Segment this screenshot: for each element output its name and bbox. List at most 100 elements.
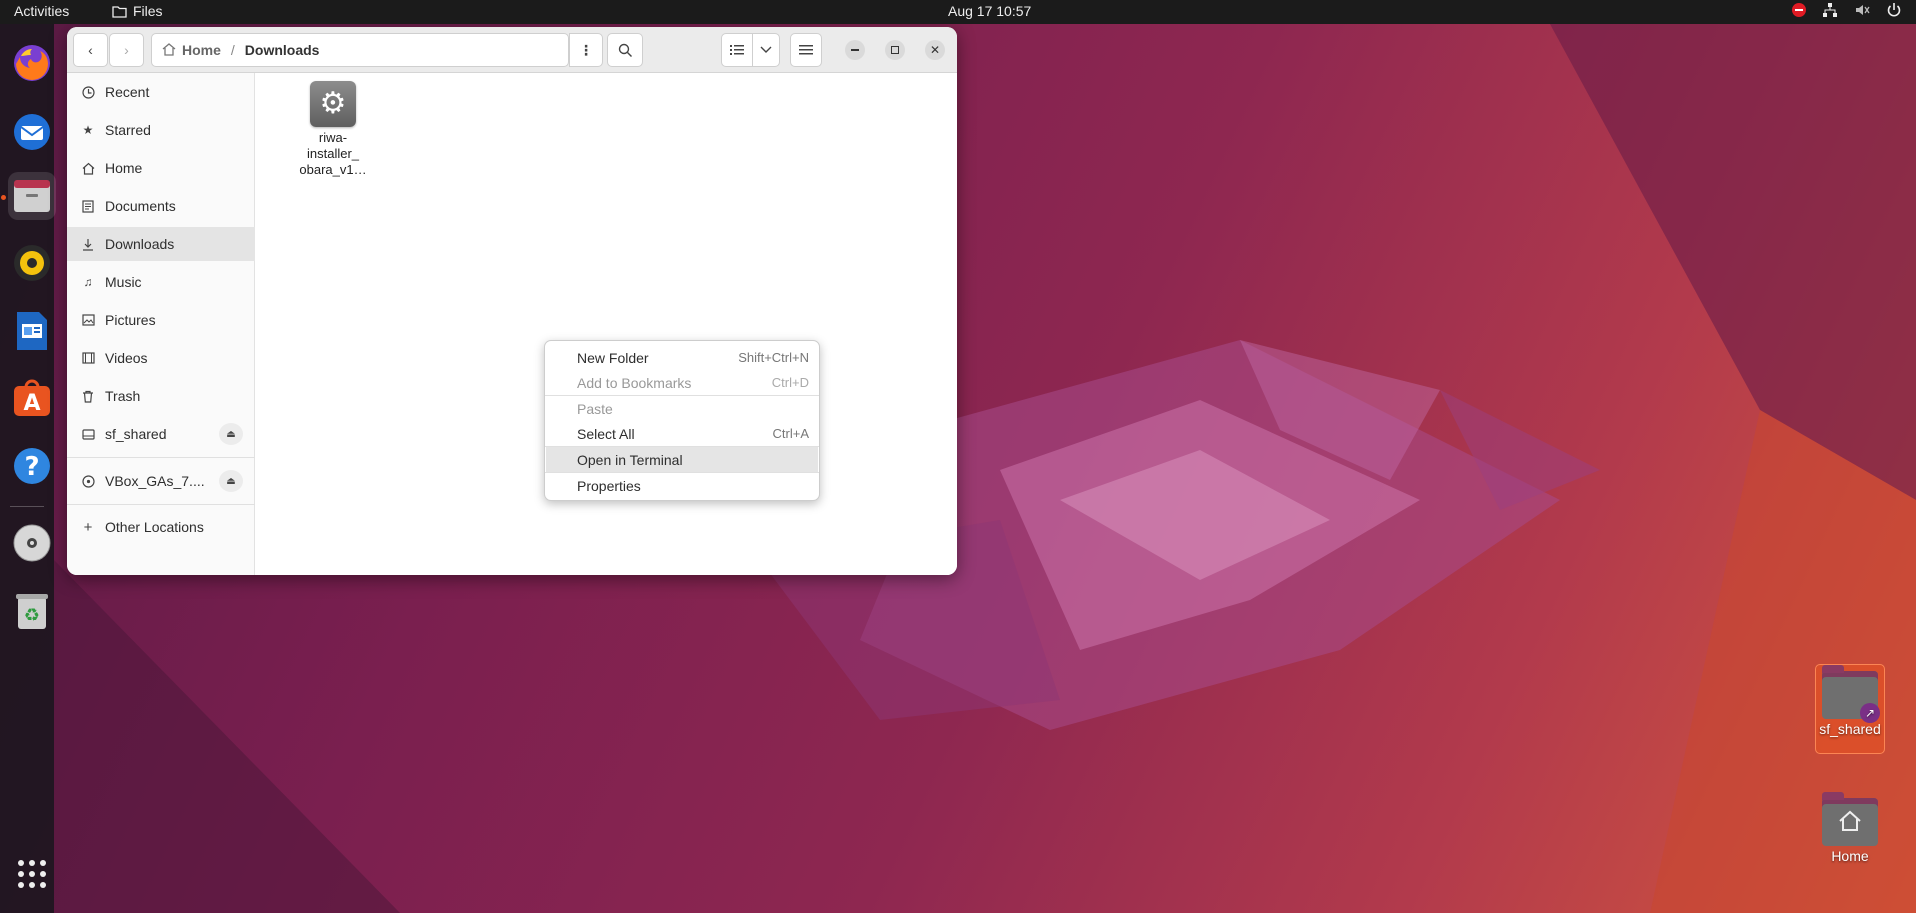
- sidebar-item-other-locations[interactable]: + Other Locations: [67, 510, 255, 544]
- path-menu-button[interactable]: ⋮: [569, 33, 603, 67]
- sidebar-item-label: Recent: [105, 84, 150, 100]
- menu-item-add-to-bookmarks[interactable]: Add to Bookmarks Ctrl+D: [546, 370, 818, 395]
- sidebar-item-sf-shared[interactable]: sf_shared ⏏: [67, 417, 255, 451]
- forward-button[interactable]: ›: [109, 33, 144, 67]
- more-vertical-icon: ⋮: [579, 41, 593, 58]
- sidebar-item-videos[interactable]: Videos: [67, 341, 255, 375]
- back-button[interactable]: ‹: [73, 33, 108, 67]
- activities-button[interactable]: Activities: [14, 3, 69, 19]
- do-not-disturb-icon[interactable]: [1792, 3, 1806, 17]
- download-icon: [81, 237, 95, 251]
- symlink-arrow-icon: ↗: [1860, 703, 1880, 723]
- menu-item-paste[interactable]: Paste: [546, 396, 818, 421]
- plus-icon: +: [83, 518, 93, 536]
- power-icon[interactable]: [1886, 2, 1902, 18]
- sidebar-item-trash[interactable]: Trash: [67, 379, 255, 413]
- minimize-icon: [851, 49, 859, 51]
- close-button[interactable]: ✕: [925, 40, 945, 60]
- volume-muted-icon[interactable]: [1854, 2, 1870, 18]
- menu-item-label: Add to Bookmarks: [577, 374, 692, 391]
- files-icon[interactable]: [8, 172, 56, 220]
- system-tray[interactable]: [1792, 2, 1902, 18]
- sidebar-item-pictures[interactable]: Pictures: [67, 303, 255, 337]
- svg-text:A: A: [23, 391, 40, 416]
- chevron-down-icon: [760, 46, 772, 53]
- file-item[interactable]: ⚙ riwa- installer_ obara_v1…: [293, 81, 373, 178]
- folder-icon: [112, 5, 127, 18]
- sidebar-separator: [67, 504, 255, 505]
- sidebar-item-home[interactable]: Home: [67, 151, 255, 185]
- disc-icon: [81, 474, 95, 488]
- desktop-icon-label: Home: [1831, 848, 1869, 864]
- thunderbird-icon[interactable]: [8, 108, 56, 156]
- sidebar-item-documents[interactable]: Documents: [67, 189, 255, 223]
- app-menu[interactable]: Files: [112, 3, 163, 19]
- menu-item-properties[interactable]: Properties: [546, 473, 818, 498]
- hamburger-icon: [799, 45, 813, 55]
- list-view-button[interactable]: [721, 33, 753, 67]
- menu-item-accelerator: Ctrl+D: [771, 375, 809, 390]
- sidebar-item-music[interactable]: ♫ Music: [67, 265, 255, 299]
- eject-icon: ⏏: [226, 475, 236, 487]
- maximize-button[interactable]: [885, 40, 905, 60]
- files-window: ‹ › Home / Downloads ⋮ ✕ Recent ★ Starre…: [67, 27, 957, 575]
- file-name: riwa- installer_ obara_v1…: [299, 130, 367, 177]
- sidebar-item-downloads[interactable]: Downloads: [67, 227, 255, 261]
- firefox-icon[interactable]: [8, 39, 56, 87]
- context-menu: New Folder Shift+Ctrl+N Add to Bookmarks…: [544, 340, 820, 501]
- sidebar-item-label: Pictures: [105, 312, 156, 328]
- minimize-button[interactable]: [845, 40, 865, 60]
- sidebar-item-label: Music: [105, 274, 142, 290]
- drive-icon: [81, 427, 95, 441]
- eject-button[interactable]: ⏏: [219, 470, 243, 492]
- sidebar-item-label: Trash: [105, 388, 141, 404]
- menu-item-open-in-terminal[interactable]: Open in Terminal: [546, 447, 818, 472]
- menu-item-select-all[interactable]: Select All Ctrl+A: [546, 421, 818, 446]
- libreoffice-writer-icon[interactable]: [8, 307, 56, 355]
- trash-icon: [81, 389, 95, 403]
- chevron-right-icon: ›: [124, 42, 129, 58]
- search-icon: [618, 43, 632, 57]
- menu-item-label: Select All: [577, 425, 635, 442]
- desktop-icon-sf-shared[interactable]: ↗ sf_shared: [1815, 664, 1885, 754]
- network-icon[interactable]: [1822, 2, 1838, 18]
- search-button[interactable]: [607, 33, 643, 67]
- show-apps-icon[interactable]: [8, 850, 56, 898]
- running-indicator: [1, 195, 6, 200]
- eject-button[interactable]: ⏏: [219, 423, 243, 445]
- menu-item-accelerator: Ctrl+A: [772, 426, 809, 441]
- main-menu-button[interactable]: [790, 33, 822, 67]
- sidebar-item-label: Documents: [105, 198, 176, 214]
- view-options-button[interactable]: [752, 33, 780, 67]
- rhythmbox-icon[interactable]: [8, 239, 56, 287]
- executable-gear-icon: ⚙: [310, 81, 356, 127]
- clock-icon: [81, 85, 95, 99]
- sidebar-item-label: Home: [105, 160, 143, 176]
- svg-text:♻: ♻: [24, 605, 40, 626]
- sidebar-item-recent[interactable]: Recent: [67, 75, 255, 109]
- sidebar-item-label: sf_shared: [105, 426, 167, 442]
- path-home[interactable]: Home: [182, 42, 221, 58]
- app-center-icon[interactable]: A: [8, 375, 56, 423]
- sidebar-separator: [67, 457, 255, 458]
- chevron-left-icon: ‹: [88, 42, 93, 58]
- picture-icon: [81, 313, 95, 327]
- top-bar: Activities Files Aug 17 10:57: [0, 0, 1916, 24]
- desktop-icon-home[interactable]: Home: [1815, 792, 1885, 882]
- dock-separator: [10, 506, 44, 507]
- maximize-icon: [891, 46, 899, 54]
- clock[interactable]: Aug 17 10:57: [948, 3, 1031, 19]
- path-current[interactable]: Downloads: [245, 42, 320, 58]
- help-icon[interactable]: ?: [8, 442, 56, 490]
- header-bar: ‹ › Home / Downloads ⋮ ✕: [67, 27, 957, 73]
- optical-disc-icon[interactable]: [8, 519, 56, 567]
- menu-item-new-folder[interactable]: New Folder Shift+Ctrl+N: [546, 345, 818, 370]
- sidebar-item-starred[interactable]: ★ Starred: [67, 113, 255, 147]
- sidebar-item-label: Videos: [105, 350, 148, 366]
- sidebar-item-label: Downloads: [105, 236, 175, 252]
- sidebar-item-vbox-gas[interactable]: VBox_GAs_7.... ⏏: [67, 464, 255, 498]
- close-icon: ✕: [929, 43, 941, 57]
- trash-icon[interactable]: ♻: [8, 587, 56, 635]
- document-icon: [81, 199, 95, 213]
- video-icon: [81, 351, 95, 365]
